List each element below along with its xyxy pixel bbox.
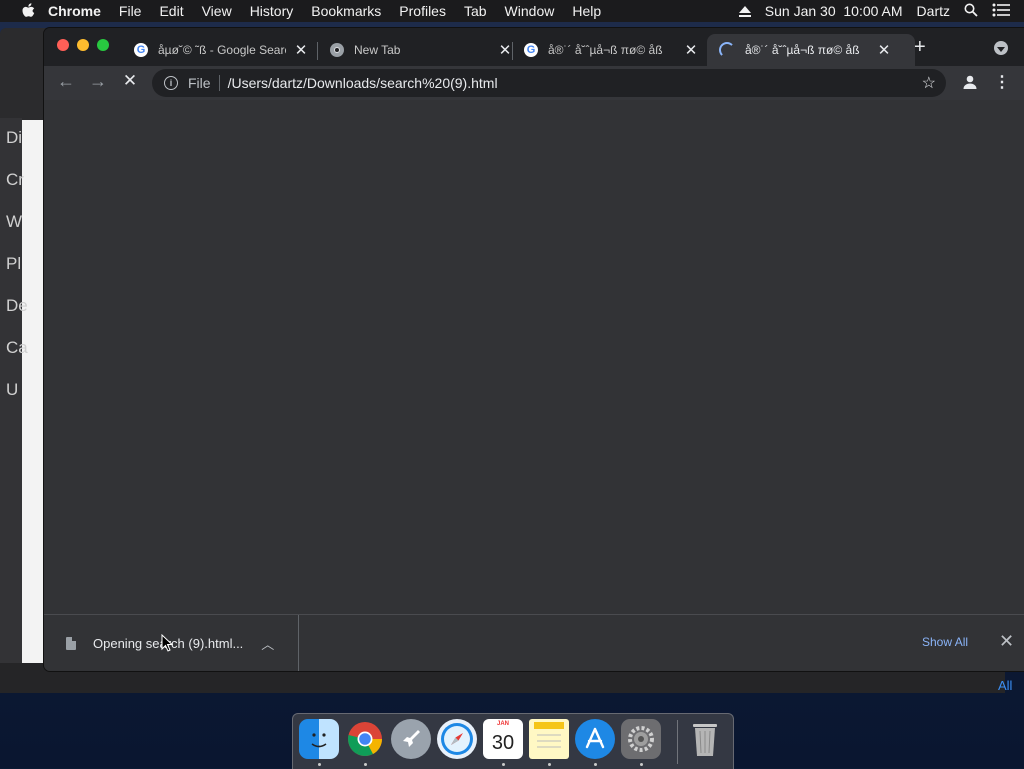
menu-edit[interactable]: Edit — [159, 3, 183, 19]
safari-icon[interactable] — [437, 719, 477, 759]
tab-google-search[interactable]: G åµø˘© ˜ß - Google Search ✕ — [124, 34, 324, 66]
calendar-icon[interactable]: JAN 30 — [483, 719, 523, 759]
tab-separator — [512, 42, 513, 60]
background-sidebar-item[interactable]: Pl — [6, 254, 21, 274]
chrome-icon — [330, 43, 344, 57]
system-preferences-icon[interactable] — [621, 719, 661, 759]
show-all-downloads-button[interactable]: Show All — [922, 635, 968, 649]
tab-new-tab[interactable]: New Tab ✕ — [320, 34, 520, 66]
menu-help[interactable]: Help — [572, 3, 601, 19]
tab-title: New Tab — [354, 43, 401, 57]
chevron-up-icon[interactable]: ︿ — [261, 634, 274, 653]
chrome-window: G åµø˘© ˜ß - Google Search ✕ New Tab ✕ G… — [44, 28, 1024, 671]
running-indicator — [548, 763, 551, 766]
trash-icon[interactable] — [685, 719, 725, 759]
notes-icon[interactable] — [529, 719, 569, 759]
site-info-icon[interactable]: i — [164, 76, 178, 90]
tab-active-loading[interactable]: å®˙´ å˘ˆµå¬ß πø© åß ✕ — [707, 34, 915, 66]
close-window-button[interactable] — [57, 39, 69, 51]
close-download-shelf-icon[interactable]: ✕ — [999, 631, 1014, 652]
menu-app-chrome[interactable]: Chrome — [48, 3, 101, 19]
tab-search-icon[interactable] — [994, 41, 1008, 55]
running-indicator — [364, 763, 367, 766]
notification-center-icon[interactable] — [992, 3, 1010, 20]
running-indicator — [318, 763, 321, 766]
tab-title: åµø˘© ˜ß - Google Search — [158, 43, 286, 57]
tab-strip: G åµø˘© ˜ß - Google Search ✕ New Tab ✕ G… — [44, 28, 1024, 66]
running-indicator — [594, 763, 597, 766]
menu-profiles[interactable]: Profiles — [399, 3, 446, 19]
loading-spinner-icon — [719, 42, 735, 58]
tab-result-page[interactable]: G å®˙´ å˘ˆµå¬ß πø© åß ✕ — [514, 34, 714, 66]
minimize-window-button[interactable] — [77, 39, 89, 51]
close-tab-icon[interactable]: ✕ — [684, 41, 698, 59]
background-sidebar-item[interactable]: Di — [6, 128, 22, 148]
running-indicator — [640, 763, 643, 766]
tab-title: å®˙´ å˘ˆµå¬ß πø© åß — [548, 43, 663, 57]
menu-window[interactable]: Window — [505, 3, 555, 19]
calendar-month: JAN — [496, 721, 509, 727]
menu-bar: Chrome File Edit View History Bookmarks … — [0, 0, 1024, 22]
back-arrow-icon[interactable]: ← — [54, 71, 78, 92]
apple-icon[interactable] — [20, 3, 36, 19]
stop-loading-icon[interactable]: ✕ — [118, 71, 142, 91]
background-pane — [22, 120, 46, 668]
menu-history[interactable]: History — [250, 3, 294, 19]
menu-bookmarks[interactable]: Bookmarks — [311, 3, 381, 19]
url-text[interactable]: /Users/dartz/Downloads/search%20(9).html — [228, 75, 498, 91]
profile-avatar-icon[interactable] — [962, 74, 978, 90]
zoom-window-button[interactable] — [97, 39, 109, 51]
close-tab-icon[interactable]: ✕ — [294, 41, 308, 59]
tab-title: å®˙´ å˘ˆµå¬ß πø© åß — [745, 43, 860, 57]
page-content — [44, 100, 1024, 614]
close-tab-icon[interactable]: ✕ — [877, 41, 891, 59]
menubar-clock[interactable]: Sun Jan 30 10:00 AM — [765, 3, 903, 19]
tab-separator — [317, 42, 318, 60]
finder-icon[interactable] — [299, 719, 339, 759]
close-tab-icon[interactable]: ✕ — [498, 41, 512, 59]
calendar-day: 30 — [491, 731, 515, 754]
bookmark-star-icon[interactable]: ☆ — [922, 73, 936, 93]
spotlight-search-icon[interactable] — [964, 3, 978, 20]
background-sidebar-item[interactable]: W — [6, 212, 22, 232]
menubar-user[interactable]: Dartz — [917, 3, 950, 19]
launchpad-icon[interactable] — [391, 719, 431, 759]
dock-separator — [677, 720, 678, 764]
address-bar[interactable]: i File /Users/dartz/Downloads/search%20(… — [152, 69, 946, 97]
google-icon: G — [524, 43, 538, 57]
background-sidebar-item[interactable]: Cr — [6, 170, 24, 190]
app-store-icon[interactable] — [575, 719, 615, 759]
file-icon — [66, 637, 76, 650]
toolbar: ← → ✕ i File /Users/dartz/Downloads/sear… — [44, 66, 1024, 100]
new-tab-plus-icon[interactable]: + — [914, 36, 926, 59]
chrome-menu-icon[interactable]: ⋮ — [994, 72, 1010, 92]
chrome-icon[interactable] — [345, 719, 385, 759]
background-sidebar-item[interactable]: Ca — [6, 338, 28, 358]
menu-view[interactable]: View — [202, 3, 232, 19]
mouse-cursor-icon — [161, 634, 173, 652]
omnibox-separator — [218, 75, 220, 91]
google-icon: G — [134, 43, 148, 57]
background-sidebar-item[interactable]: De — [6, 296, 28, 316]
menu-file[interactable]: File — [119, 3, 142, 19]
running-indicator — [502, 763, 505, 766]
download-shelf: Opening search (9).html... ︿ Show All ✕ — [44, 614, 1024, 671]
dock: JAN 30 — [292, 713, 734, 769]
background-show-all-link[interactable]: All — [998, 678, 1012, 693]
eject-icon[interactable] — [738, 5, 751, 17]
background-sidebar-item[interactable]: U — [6, 380, 18, 400]
menu-tab[interactable]: Tab — [464, 3, 487, 19]
forward-arrow-icon[interactable]: → — [86, 71, 110, 92]
scheme-label: File — [188, 75, 211, 91]
